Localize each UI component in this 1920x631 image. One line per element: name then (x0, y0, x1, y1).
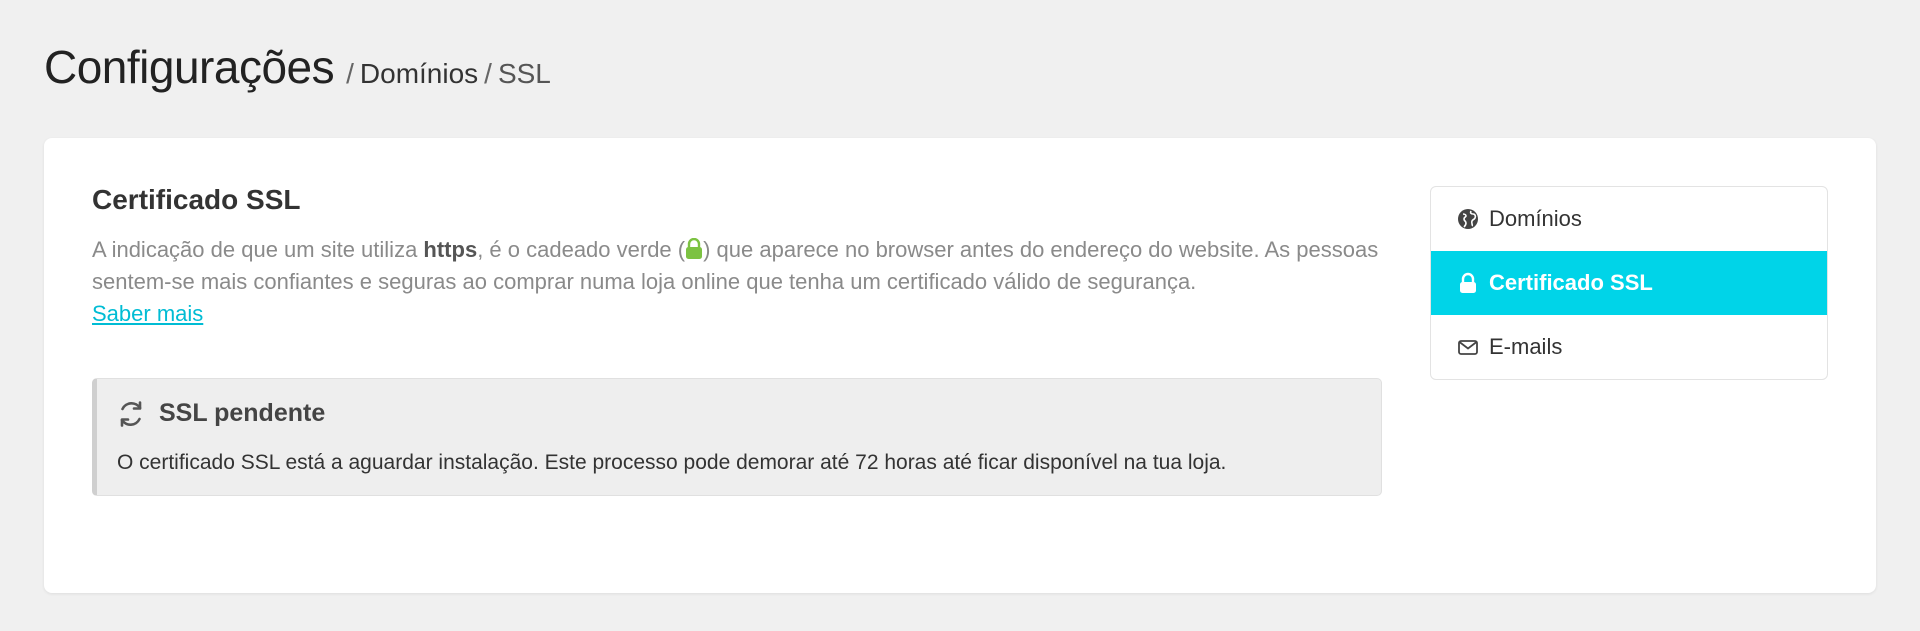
refresh-icon (117, 400, 145, 428)
breadcrumb-separator: / (346, 58, 354, 89)
ssl-description: A indicação de que um site utiliza https… (92, 234, 1422, 330)
breadcrumb-ssl: SSL (497, 58, 551, 89)
ssl-pending-alert: SSL pendente O certificado SSL está a ag… (92, 378, 1382, 496)
nav-item-domains[interactable]: Domínios (1431, 187, 1827, 251)
settings-side-nav: Domínios Certificado SSL E-mails (1430, 186, 1828, 380)
globe-icon (1457, 208, 1479, 230)
learn-more-link[interactable]: Saber mais (92, 301, 203, 326)
alert-header: SSL pendente (117, 399, 325, 428)
settings-card: Certificado SSL A indicação de que um si… (44, 138, 1876, 593)
breadcrumb-domains[interactable]: Domínios (360, 58, 478, 90)
nav-item-emails[interactable]: E-mails (1431, 315, 1827, 379)
https-word: https (423, 237, 478, 262)
nav-item-label: Certificado SSL (1489, 270, 1653, 295)
nav-item-label: E-mails (1489, 334, 1563, 359)
page-title: Configurações (44, 41, 335, 93)
description-text: , é o cadeado verde ( (477, 237, 686, 262)
section-title: Certificado SSL (92, 184, 301, 215)
alert-title: SSL pendente (159, 399, 326, 427)
lock-icon (1457, 272, 1479, 294)
page-header: Configurações / Domínios / SSL (44, 40, 551, 94)
nav-item-label: Domínios (1489, 206, 1582, 231)
green-lock-icon (685, 237, 703, 259)
envelope-icon (1457, 336, 1479, 358)
nav-item-ssl-certificate[interactable]: Certificado SSL (1431, 251, 1827, 315)
breadcrumb-separator: / (484, 58, 492, 89)
alert-text: O certificado SSL está a aguardar instal… (117, 451, 1227, 474)
description-text: A indicação de que um site utiliza (92, 237, 424, 262)
